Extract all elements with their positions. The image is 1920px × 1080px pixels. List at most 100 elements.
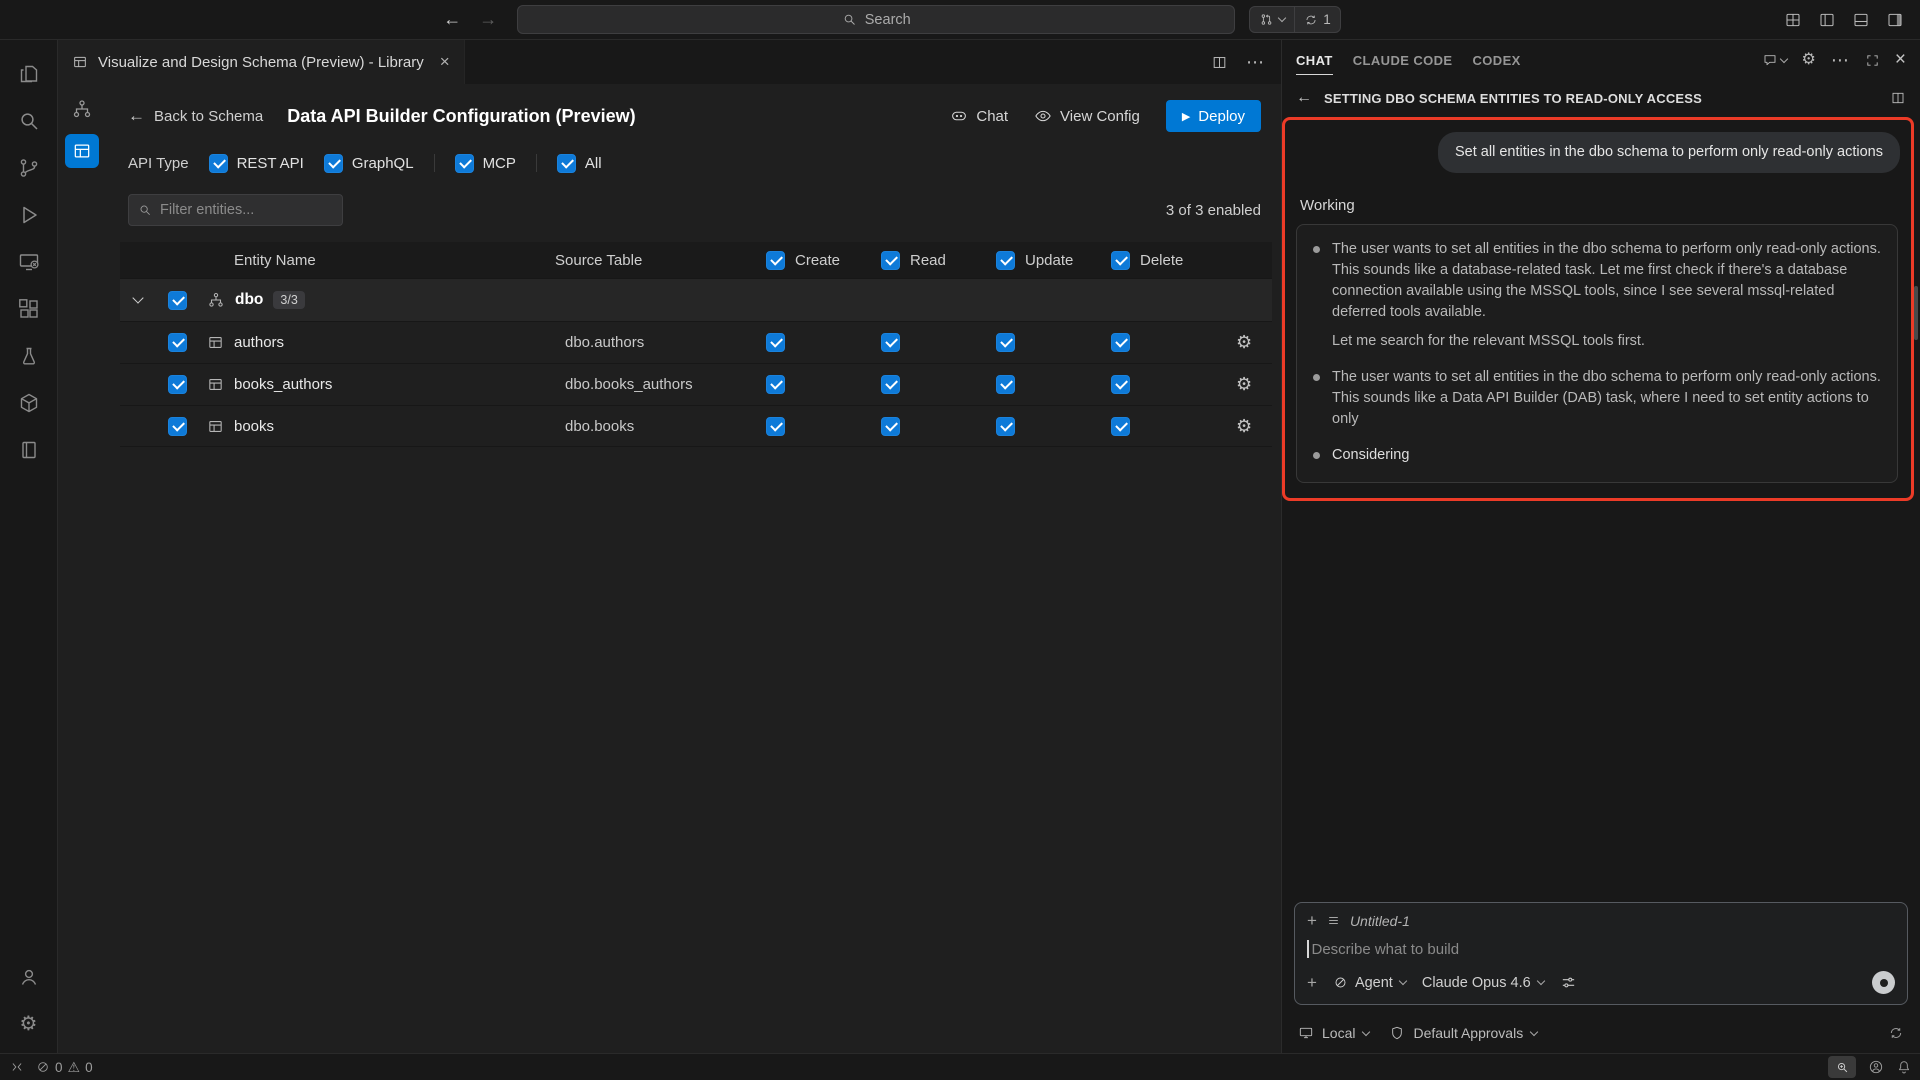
add-context-icon[interactable]: + <box>1307 912 1317 929</box>
delete-checkbox[interactable] <box>1111 333 1130 352</box>
mcp-checkbox[interactable] <box>455 154 474 173</box>
extensions-icon[interactable] <box>6 285 52 332</box>
all-checkbox[interactable] <box>557 154 576 173</box>
send-button[interactable] <box>1872 971 1895 994</box>
testing-icon[interactable] <box>6 332 52 379</box>
deploy-button[interactable]: ▶ Deploy <box>1166 100 1261 132</box>
customize-layout-icon[interactable] <box>1784 11 1802 29</box>
entity-settings-gear-icon[interactable]: ⚙ <box>1236 332 1252 352</box>
command-search-box[interactable]: Search <box>517 5 1235 34</box>
entity-settings-gear-icon[interactable]: ⚙ <box>1236 374 1252 394</box>
select-all-update-checkbox[interactable] <box>996 251 1015 270</box>
problems-indicator[interactable]: 0 ⚠ 0 <box>36 1060 93 1075</box>
read-checkbox[interactable] <box>881 333 900 352</box>
pull-request-button[interactable] <box>1250 7 1294 32</box>
session-sync-icon[interactable] <box>1888 1025 1904 1041</box>
agent-thinking-box[interactable]: The user wants to set all entities in th… <box>1296 224 1898 483</box>
approvals-picker[interactable]: Default Approvals <box>1389 1025 1537 1041</box>
scrollbar-thumb[interactable] <box>1914 286 1918 340</box>
tab-visualize-design-schema[interactable]: Visualize and Design Schema (Preview) - … <box>58 40 465 84</box>
close-panel-icon[interactable]: × <box>1895 49 1906 71</box>
thinking-text: Let me search for the relevant MSSQL too… <box>1332 331 1881 352</box>
filter-entities-input[interactable] <box>128 194 343 226</box>
database-extension-icon[interactable] <box>6 379 52 426</box>
mode-picker[interactable]: Agent <box>1333 975 1406 991</box>
entity-config-view-icon[interactable] <box>65 134 99 168</box>
thinking-item: The user wants to set all entities in th… <box>1313 239 1881 352</box>
group-select-checkbox[interactable] <box>168 291 187 310</box>
row-select-checkbox[interactable] <box>168 375 187 394</box>
rest-api-checkbox[interactable] <box>209 154 228 173</box>
schema-view-icon[interactable] <box>65 92 99 126</box>
accounts-icon[interactable] <box>6 953 52 1000</box>
explorer-icon[interactable] <box>6 50 52 97</box>
thinking-text: The user wants to set all entities in th… <box>1332 239 1881 323</box>
row-select-checkbox[interactable] <box>168 417 187 436</box>
open-session-in-editor-icon[interactable] <box>1890 90 1906 106</box>
editor-more-actions-icon[interactable]: ⋯ <box>1246 52 1265 73</box>
create-checkbox[interactable] <box>766 333 785 352</box>
table-row-authors[interactable]: authors dbo.authors ⚙ <box>120 321 1272 363</box>
context-file-chip[interactable]: Untitled-1 <box>1350 913 1410 929</box>
row-select-checkbox[interactable] <box>168 333 187 352</box>
remote-indicator[interactable] <box>10 1060 24 1074</box>
table-row-books-authors[interactable]: books_authors dbo.books_authors ⚙ <box>120 363 1272 405</box>
chat-settings-gear-icon[interactable]: ⚙ <box>1802 52 1816 68</box>
chat-sessions-button[interactable] <box>1762 52 1787 68</box>
toggle-panel-icon[interactable] <box>1852 11 1870 29</box>
run-debug-icon[interactable] <box>6 191 52 238</box>
search-view-icon[interactable] <box>6 97 52 144</box>
create-checkbox[interactable] <box>766 375 785 394</box>
tab-claude-code[interactable]: CLAUDE CODE <box>1353 40 1453 80</box>
zoom-indicator[interactable] <box>1828 1056 1856 1078</box>
select-all-create-checkbox[interactable] <box>766 251 785 270</box>
maximize-panel-icon[interactable] <box>1865 53 1880 68</box>
toggle-sidebar-icon[interactable] <box>1818 11 1836 29</box>
read-checkbox[interactable] <box>881 417 900 436</box>
delete-checkbox[interactable] <box>1111 417 1130 436</box>
chat-button[interactable]: Chat <box>950 107 1008 125</box>
update-checkbox[interactable] <box>996 417 1015 436</box>
back-to-schema-link[interactable]: ← Back to Schema <box>128 106 263 126</box>
tools-sliders-icon[interactable] <box>1560 974 1577 991</box>
model-picker[interactable]: Claude Opus 4.6 <box>1422 975 1544 991</box>
view-config-button[interactable]: View Config <box>1034 107 1140 125</box>
column-update: Update <box>1025 252 1073 269</box>
history-back-button[interactable]: ← <box>443 9 461 30</box>
remote-explorer-icon[interactable] <box>6 238 52 285</box>
session-back-icon[interactable]: ← <box>1296 89 1312 107</box>
split-editor-icon[interactable] <box>1211 54 1228 71</box>
filter-entities-field[interactable] <box>160 202 320 218</box>
tab-codex[interactable]: CODEX <box>1473 40 1521 80</box>
entity-settings-gear-icon[interactable]: ⚙ <box>1236 416 1252 436</box>
environment-picker[interactable]: Local <box>1298 1025 1369 1041</box>
chat-input-box[interactable]: + Untitled-1 Describe what to build + Ag… <box>1294 902 1908 1005</box>
graphql-checkbox[interactable] <box>324 154 343 173</box>
notifications-bell-icon[interactable] <box>1896 1059 1912 1075</box>
schema-group-row[interactable]: dbo 3/3 <box>120 278 1272 321</box>
update-checkbox[interactable] <box>996 333 1015 352</box>
attach-icon[interactable]: + <box>1307 974 1317 991</box>
delete-checkbox[interactable] <box>1111 375 1130 394</box>
tab-close-icon[interactable]: × <box>440 52 450 72</box>
read-checkbox[interactable] <box>881 375 900 394</box>
update-checkbox[interactable] <box>996 375 1015 394</box>
settings-gear-icon[interactable]: ⚙ <box>6 1000 52 1047</box>
tab-chat[interactable]: CHAT <box>1296 40 1333 80</box>
collapse-chevron-icon[interactable] <box>132 292 143 303</box>
source-control-icon[interactable] <box>6 144 52 191</box>
table-row-books[interactable]: books dbo.books ⚙ <box>120 405 1272 447</box>
shield-icon <box>1389 1025 1405 1041</box>
toggle-secondary-sidebar-icon[interactable] <box>1886 11 1904 29</box>
accessibility-icon[interactable] <box>1868 1059 1884 1075</box>
select-all-delete-checkbox[interactable] <box>1111 251 1130 270</box>
sync-changes-button[interactable]: 1 <box>1295 7 1340 32</box>
notebook-extension-icon[interactable] <box>6 426 52 473</box>
select-all-read-checkbox[interactable] <box>881 251 900 270</box>
create-checkbox[interactable] <box>766 417 785 436</box>
chat-more-actions-icon[interactable]: ⋯ <box>1831 50 1850 71</box>
table-header-row: Entity Name Source Table Create Read Upd… <box>120 242 1272 278</box>
chat-input-placeholder[interactable]: Describe what to build <box>1312 941 1460 958</box>
history-forward-button[interactable]: → <box>479 9 497 30</box>
chevron-down-icon <box>1779 54 1787 62</box>
